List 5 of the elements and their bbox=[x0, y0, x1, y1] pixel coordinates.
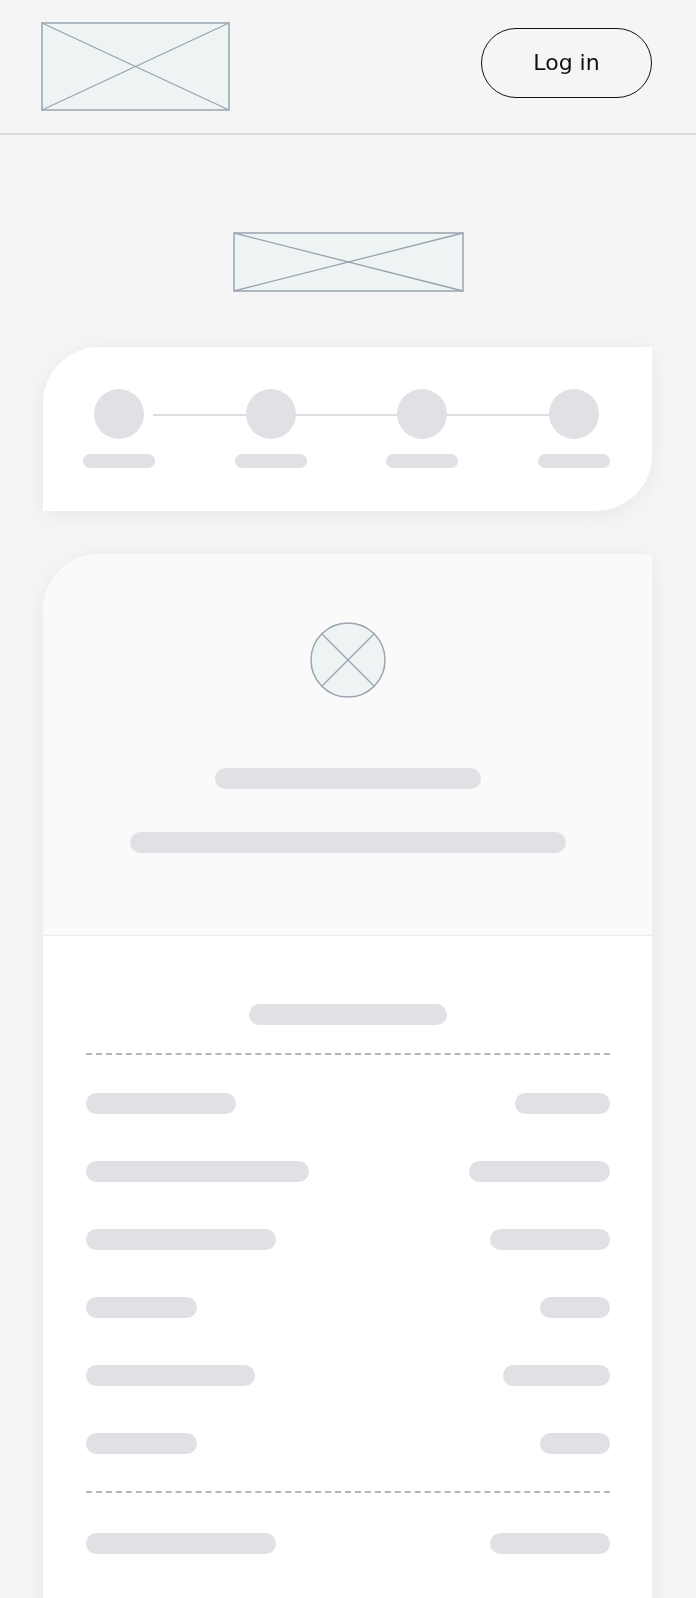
text-placeholder bbox=[540, 1432, 610, 1454]
step-circle bbox=[94, 389, 144, 439]
text-placeholder bbox=[83, 454, 155, 468]
text-placeholder bbox=[540, 1296, 610, 1318]
login-button[interactable]: Log in bbox=[481, 27, 652, 98]
